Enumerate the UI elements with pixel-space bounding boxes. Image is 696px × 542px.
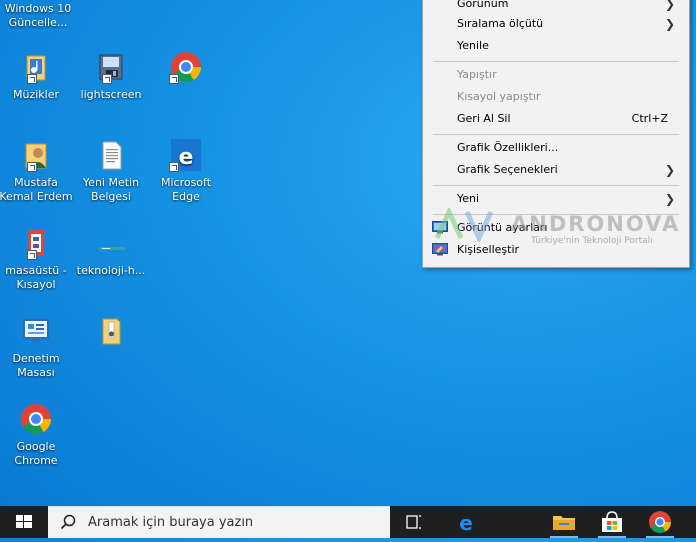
taskbar-store-button[interactable] [588,506,636,538]
chevron-right-icon: ❯ [664,163,675,177]
desktop-icon-label: teknoloji-h... [76,264,146,277]
desktop-icon-unnamed-file[interactable] [73,314,149,352]
menu-separator [433,214,679,215]
desktop-icon-label: Müzikler [12,88,59,101]
chrome-icon [649,511,671,533]
menu-item-grafik-ozellikleri[interactable]: Grafik Özellikleri... [423,137,689,159]
shortcut-arrow-icon [102,74,112,84]
menu-item-shortcut: Ctrl+Z [631,112,668,125]
shortcut-arrow-icon [169,74,179,84]
menu-item-label: Grafik Seçenekleri [457,163,558,176]
desktop-icon-label: masaüstü - Kısayol [5,264,67,291]
svg-text:e: e [179,145,194,170]
desktop-icon-label: Windows 10 Güncelle... [4,2,72,29]
menu-item-label: Kişiselleştir [457,243,520,256]
lightscreen-icon [94,50,128,84]
taskbar-edge-button[interactable]: e [442,506,490,538]
menu-item-kisayol-yapistir: Kısayol yapıştır [423,86,689,108]
shortcut-arrow-icon [169,162,179,172]
edge-icon: e [169,138,203,172]
edge-icon: e [459,511,473,535]
taskbar-chrome-button[interactable] [636,506,684,538]
shortcut-arrow-icon [27,74,37,84]
file-explorer-icon [553,516,575,530]
shortcut-arrow-icon [27,250,37,260]
start-button[interactable] [0,506,48,538]
desktop-icon-label: lightscreen [80,88,142,101]
chrome-icon [169,50,203,84]
desktop-icon-muzikler[interactable]: Müzikler [0,50,74,102]
desktop-icon-label: Mustafa Kemal Erdem [0,176,73,203]
personalize-icon [432,243,448,256]
task-view-icon [406,515,421,529]
menu-item-label: Kısayol yapıştır [457,90,541,103]
display-settings-icon [432,221,448,234]
image-file-icon [94,226,128,260]
menu-item-yeni[interactable]: Yeni ❯ [423,188,689,210]
menu-separator [433,185,679,186]
menu-item-geri-al-sil[interactable]: Geri Al Sil Ctrl+Z [423,108,689,130]
menu-item-kisisellestir[interactable]: Kişiselleştir [423,239,689,261]
desktop-icon-label: Denetim Masası [12,352,60,379]
search-placeholder: Aramak için buraya yazın [88,515,254,530]
windows-logo-icon [16,515,32,528]
menu-item-yapistir: Yapıştır [423,64,689,86]
desktop-icon-label: Microsoft Edge [160,176,212,203]
desktop-icon-lightscreen[interactable]: lightscreen [73,50,149,102]
shortcut-arrow-icon [27,162,37,172]
menu-item-label: Grafik Özellikleri... [457,141,559,154]
text-document-icon [94,138,128,172]
chrome-icon [19,402,53,436]
menu-item-goruntu-ayarlari[interactable]: Görüntü ayarları [423,217,689,239]
desktop-icon-yeni-metin-belgesi[interactable]: Yeni Metin Belgesi [73,138,149,204]
music-folder-icon [19,50,53,84]
control-panel-icon [19,314,53,348]
desktop-icon-google-chrome[interactable]: Google Chrome [0,402,74,468]
desktop-icon-denetim-masasi[interactable]: Denetim Masası [0,314,74,380]
store-icon [602,511,622,532]
desktop-icon-mustafa-kemal-erdem[interactable]: Mustafa Kemal Erdem [0,138,74,204]
taskbar-empty-slot [494,506,542,538]
desktop-icon-chrome-shortcut[interactable] [148,50,224,88]
taskbar: Aramak için buraya yazın e [0,506,696,538]
folder-zip-icon [94,314,128,348]
user-folder-icon [19,138,53,172]
desktop-icon-microsoft-edge[interactable]: e Microsoft Edge [148,138,224,204]
chevron-right-icon: ❯ [664,17,675,31]
desktop-icon-windows-update[interactable]: Windows 10 Güncelle... [0,0,76,30]
desktop-icon-label: Yeni Metin Belgesi [82,176,140,203]
menu-item-label: Yenile [457,39,489,52]
desktop-icon-label: Google Chrome [14,440,58,467]
desktop-context-menu: Görünüm ❯ Sıralama ölçütü ❯ Yenile Yapış… [422,0,690,268]
menu-item-label: Geri Al Sil [457,112,511,125]
menu-item-label: Yapıştır [457,68,497,81]
taskbar-search-box[interactable]: Aramak için buraya yazın [48,506,390,538]
desktop-icon-masaustu-kisayol[interactable]: masaüstü - Kısayol [0,226,74,292]
svg-text:e: e [459,511,473,535]
menu-item-siralama-olcutu[interactable]: Sıralama ölçütü ❯ [423,13,689,35]
taskbar-file-explorer-button[interactable] [540,506,588,538]
chevron-right-icon: ❯ [664,192,675,206]
menu-item-label: Sıralama ölçütü [457,17,544,30]
menu-item-yenile[interactable]: Yenile [423,35,689,57]
menu-separator [433,61,679,62]
search-icon [60,514,76,530]
desktop-icon-teknoloji-h[interactable]: teknoloji-h... [73,226,149,278]
menu-separator [433,134,679,135]
menu-item-label: Yeni [457,192,480,205]
desktop-shortcut-icon [19,226,53,260]
task-view-button[interactable] [390,506,438,538]
menu-item-label: Görüntü ayarları [457,221,548,234]
menu-item-grafik-secenekleri[interactable]: Grafik Seçenekleri ❯ [423,159,689,181]
